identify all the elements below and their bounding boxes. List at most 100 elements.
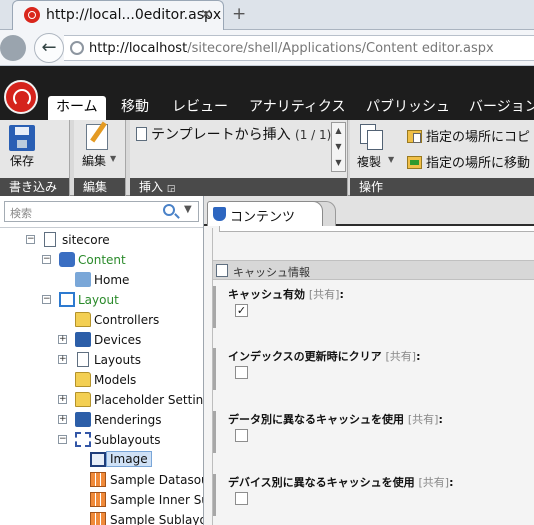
field-label: キャッシュ有効 [共有]:	[228, 288, 344, 301]
tree-node-sample-inner-sub[interactable]: Sample Inner Sub	[0, 490, 203, 510]
tree-node-label: sitecore	[62, 233, 110, 247]
new-tab-button[interactable]: +	[232, 4, 246, 24]
tree-node-label: Placeholder Settings	[94, 393, 204, 407]
field-vary-by-device: デバイス別に異なるキャッシュを使用 [共有]:	[213, 474, 534, 516]
sublayout-item-icon	[90, 512, 106, 525]
cacheable-checkbox[interactable]: ✓	[235, 304, 248, 317]
browser-tab[interactable]: http://local...0editor.aspx ✕	[12, 0, 224, 30]
insert-gallery-scroll[interactable]: ▲ ▼ ▼	[331, 122, 346, 172]
sitecore-favicon-icon	[24, 7, 40, 23]
content-editor-pane: + コンテンツ キャッシュ情報 キャッシュ有効 [共有]: ✓ インデックスの更…	[204, 196, 534, 525]
collapse-toggle-icon[interactable]: −	[42, 255, 51, 264]
vary-by-data-checkbox[interactable]	[235, 429, 248, 442]
collapse-toggle-icon[interactable]: −	[42, 295, 51, 304]
insert-from-template-item[interactable]: テンプレートから挿入 (1 / 1)	[136, 124, 331, 144]
address-bar[interactable]: http://localhost/sitecore/shell/Applicat…	[64, 35, 534, 61]
duplicate-button[interactable]: 複製	[357, 153, 381, 170]
tree-divider	[0, 227, 203, 228]
ribbon: 保存 書き込み 編集 ▼ 編集 テンプレートから挿入 (1 / 1) ▲ ▼ ▼ 挿…	[0, 120, 534, 196]
move-to-button[interactable]: 指定の場所に移動	[407, 152, 530, 171]
sublayout-item-icon	[90, 492, 106, 507]
dialog-launcher-icon[interactable]: ◲	[167, 184, 176, 194]
save-icon[interactable]	[9, 125, 35, 151]
tree-node-image[interactable]: Image	[0, 450, 203, 470]
expand-toggle-icon[interactable]: +	[58, 395, 67, 404]
insert-group-label: 挿入 ◲	[130, 178, 347, 196]
copy-to-button[interactable]: 指定の場所にコピ	[407, 126, 530, 145]
section-header-caching[interactable]: キャッシュ情報	[213, 260, 534, 280]
device-icon	[75, 332, 91, 347]
duplicate-dropdown-icon[interactable]: ▼	[388, 155, 394, 164]
home-icon	[75, 272, 91, 287]
tree-node-models[interactable]: Models	[0, 370, 203, 390]
tree-node-devices[interactable]: + Devices	[0, 330, 203, 350]
back-button[interactable]: ←	[34, 33, 64, 63]
tab-content[interactable]: コンテンツ	[207, 201, 323, 226]
clear-on-index-update-checkbox[interactable]	[235, 366, 248, 379]
ribbon-tab-bar: ホーム 移動 レビュー アナリティクス パブリッシュ バージョン	[0, 66, 534, 120]
image-icon	[90, 452, 106, 467]
edit-dropdown-icon[interactable]: ▼	[110, 154, 116, 163]
editor-tab-bar: + コンテンツ	[204, 196, 534, 226]
tree-node-sample-datasource[interactable]: Sample Datasource	[0, 470, 203, 490]
expand-toggle-icon[interactable]: +	[58, 335, 67, 344]
tab-home[interactable]: ホーム	[48, 96, 106, 120]
tree-node-placeholder-settings[interactable]: + Placeholder Settings	[0, 390, 204, 410]
expand-toggle-icon[interactable]: +	[58, 415, 67, 424]
tree-node-layout[interactable]: − Layout	[0, 290, 203, 310]
duplicate-icon[interactable]	[360, 124, 383, 150]
tree-node-renderings[interactable]: + Renderings	[0, 410, 203, 430]
tree-node-label: Image	[106, 451, 152, 467]
tree-node-label: Home	[94, 273, 130, 287]
folder-icon	[75, 312, 91, 327]
expand-toggle-icon[interactable]: +	[58, 355, 67, 364]
search-icon[interactable]	[163, 204, 175, 216]
tree-node-home[interactable]: Home	[0, 270, 203, 290]
field-name: キャッシュ有効	[228, 288, 305, 301]
search-options-icon[interactable]: ▼	[184, 204, 192, 215]
tree-node-label: Layout	[78, 293, 119, 307]
tab-review[interactable]: レビュー	[172, 96, 228, 120]
shared-tag: [共有]	[308, 288, 340, 301]
folder-icon	[75, 392, 91, 407]
sublayout-item-icon	[90, 472, 106, 487]
tree-node-content[interactable]: − Content	[0, 250, 203, 270]
vary-by-device-checkbox[interactable]	[235, 492, 248, 505]
browser-tab-title: http://local...0editor.aspx	[46, 7, 222, 23]
field-name: デバイス別に異なるキャッシュを使用	[228, 476, 415, 489]
chevron-up-icon[interactable]: ▲	[335, 126, 341, 135]
url-path: /sitecore/shell/Applications/Content edi…	[187, 41, 494, 56]
tree-search-input[interactable]: 検索 ▼	[4, 201, 199, 222]
expand-gallery-icon[interactable]: ▼	[335, 158, 341, 167]
sublayout-icon	[75, 432, 91, 447]
address-text: http://localhost/sitecore/shell/Applicat…	[89, 41, 494, 56]
save-button[interactable]: 保存	[10, 152, 34, 169]
page-icon	[44, 232, 56, 247]
tree-node-sublayouts[interactable]: − Sublayouts	[0, 430, 203, 450]
tab-versions[interactable]: バージョン	[469, 96, 534, 120]
browser-menu-button[interactable]	[0, 35, 26, 61]
collapse-toggle-icon[interactable]: −	[26, 235, 35, 244]
page-icon	[77, 352, 89, 367]
edit-button[interactable]: 編集	[82, 152, 106, 169]
tree-node-label: Content	[78, 253, 126, 267]
shared-tag: [共有]	[407, 413, 439, 426]
browser-tab-strip: http://local...0editor.aspx ✕ +	[0, 0, 534, 30]
shared-tag: [共有]	[418, 476, 450, 489]
tree-node-sample-sublayout[interactable]: Sample Sublayout	[0, 510, 203, 525]
tab-navigate[interactable]: 移動	[121, 96, 149, 120]
tree-node-sitecore[interactable]: − sitecore	[0, 230, 203, 250]
tree-node-layouts[interactable]: + Layouts	[0, 350, 203, 370]
chevron-down-icon[interactable]: ▼	[335, 142, 341, 151]
previous-field-box	[219, 226, 534, 232]
tree-node-controllers[interactable]: Controllers	[0, 310, 203, 330]
sitecore-logo-icon[interactable]	[4, 80, 38, 114]
collapse-toggle-icon[interactable]: −	[58, 435, 67, 444]
edit-icon[interactable]	[86, 124, 108, 150]
close-tab-icon[interactable]: ✕	[200, 7, 212, 23]
tab-analytics[interactable]: アナリティクス	[249, 96, 345, 120]
tab-publish[interactable]: パブリッシュ	[366, 96, 450, 120]
tree-node-label: Sublayouts	[94, 433, 161, 447]
tree-node-label: Sample Inner Sub	[110, 493, 203, 507]
operations-group-label: 操作	[350, 178, 534, 196]
